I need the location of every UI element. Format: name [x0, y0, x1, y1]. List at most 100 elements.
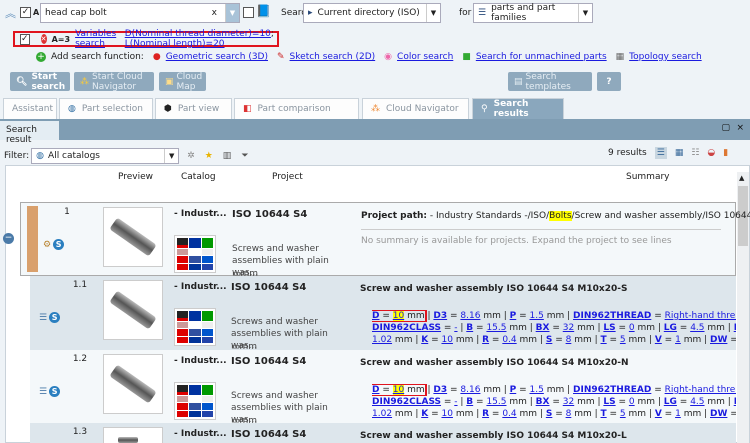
param-value[interactable]: 8: [566, 409, 572, 419]
param-key[interactable]: K: [421, 335, 428, 345]
param-value[interactable]: 10: [441, 335, 452, 345]
param-value[interactable]: -: [454, 397, 457, 407]
search-templates-button[interactable]: ▤ Search templates: [508, 72, 592, 92]
color-view-icon[interactable]: ◒: [707, 148, 715, 158]
chevron-down-icon[interactable]: ▼: [426, 4, 440, 22]
preview-image[interactable]: [103, 354, 163, 414]
param-key[interactable]: D: [372, 311, 379, 321]
param-din962class[interactable]: DIN962CLASS = -: [372, 397, 458, 407]
param-value[interactable]: 32: [563, 323, 574, 333]
column-project[interactable]: Project: [272, 172, 303, 182]
tab-assistant[interactable]: Assistant: [3, 98, 57, 119]
param-value[interactable]: 15.5: [486, 397, 506, 407]
funnel-icon[interactable]: ⏷: [241, 151, 248, 161]
settings-icon[interactable]: ✲: [187, 151, 195, 161]
part-title[interactable]: Screw and washer assembly ISO 10644 S4 M…: [360, 358, 629, 368]
param-value[interactable]: 0: [629, 323, 635, 333]
param-bx[interactable]: BX = 32 mm: [536, 323, 595, 333]
table-row[interactable]: 1.3 - Industr... ISO 10644 S4 Screw and …: [30, 423, 736, 443]
chevron-down-icon[interactable]: ▼: [164, 149, 178, 163]
column-summary[interactable]: Summary: [626, 172, 670, 182]
maximize-icon[interactable]: ▢: [721, 123, 730, 133]
param-k[interactable]: K = 10 mm: [421, 409, 473, 419]
param-key[interactable]: V: [655, 409, 662, 419]
param-key[interactable]: B: [466, 397, 473, 407]
start-search-button[interactable]: 🔍︎ Start search: [10, 72, 70, 92]
cloud-map-button[interactable]: ▣ Cloud Map: [159, 72, 206, 92]
param-k[interactable]: K = 10 mm: [421, 335, 473, 345]
param-din962class[interactable]: DIN962CLASS = -: [372, 323, 458, 333]
panel-title-tab[interactable]: Search result: [0, 121, 59, 145]
param-key[interactable]: BX: [536, 397, 550, 407]
param-lg[interactable]: LG = 4.5 mm: [664, 397, 725, 407]
tab-cloud-navigator[interactable]: ⁂ Cloud Navigator: [362, 98, 469, 119]
param-key[interactable]: LS: [603, 323, 615, 333]
param-p[interactable]: P = 1.5 mm: [510, 385, 565, 395]
tab-search-results[interactable]: ⚲ Search results: [472, 98, 564, 119]
param-value[interactable]: 5: [620, 335, 626, 345]
param-key[interactable]: T: [601, 409, 607, 419]
param-value[interactable]: 0.4: [502, 409, 516, 419]
param-cont[interactable]: 1.02 mm: [372, 335, 412, 345]
param-key[interactable]: D3: [433, 385, 447, 395]
param-value[interactable]: 1.02: [372, 335, 392, 345]
param-key[interactable]: DK: [734, 397, 736, 407]
preview-image[interactable]: [103, 207, 163, 267]
table-view-icon[interactable]: ▦: [675, 148, 684, 158]
param-value[interactable]: 15.5: [486, 323, 506, 333]
close-icon[interactable]: ×: [736, 123, 744, 133]
param-key[interactable]: K: [421, 409, 428, 419]
param-key[interactable]: S: [546, 409, 552, 419]
table-row[interactable]: 1.1 ☰ S - Industr... Screws and washer as…: [30, 276, 736, 352]
start-cloud-navigator-button[interactable]: ⁂ Start Cloud Navigator: [74, 72, 154, 92]
param-value[interactable]: 0: [629, 397, 635, 407]
condition-d-link[interactable]: D(Nominal thread diameter)=10: [125, 29, 271, 39]
param-p[interactable]: P = 1.5 mm: [510, 311, 565, 321]
search-input[interactable]: head cap bolt x ▼: [40, 3, 240, 23]
param-ls[interactable]: LS = 0 mm: [603, 397, 655, 407]
history-dropdown[interactable]: ▼: [225, 4, 239, 22]
condition-l-link[interactable]: L(Nominal length)=20: [125, 39, 225, 49]
filter-select[interactable]: ◍ All catalogs ▼: [31, 148, 180, 164]
project-name[interactable]: ISO 10644 S4: [231, 282, 306, 293]
param-cont[interactable]: 1.02 mm: [372, 409, 412, 419]
param-value[interactable]: 10: [392, 385, 405, 395]
project-name[interactable]: ISO 10644 S4: [231, 356, 306, 367]
param-value[interactable]: 8: [566, 335, 572, 345]
variables-search-link[interactable]: Variables search: [75, 29, 120, 49]
book-checkbox[interactable]: [243, 7, 254, 18]
param-b[interactable]: B = 15.5 mm: [466, 397, 527, 407]
collapse-row-icon[interactable]: −: [3, 233, 14, 244]
param-key[interactable]: T: [601, 335, 607, 345]
book-icon[interactable]: 📘: [256, 4, 271, 18]
column-catalog[interactable]: Catalog: [181, 172, 216, 182]
param-key[interactable]: LS: [603, 397, 615, 407]
param-value[interactable]: 10: [441, 409, 452, 419]
search-query[interactable]: head cap bolt: [45, 8, 212, 18]
color-search-link[interactable]: Color search: [397, 52, 453, 62]
param-d[interactable]: D = 10 mm: [372, 310, 427, 322]
param-din962thread[interactable]: DIN962THREAD = Right-hand thread: [573, 385, 736, 395]
param-dw[interactable]: DW = 15.33 mm: [710, 335, 736, 345]
param-t[interactable]: T = 5 mm: [601, 409, 647, 419]
param-key[interactable]: DIN962CLASS: [372, 397, 441, 407]
scroll-up-icon[interactable]: ▲: [739, 174, 744, 182]
chart-view-icon[interactable]: ▮: [723, 148, 728, 158]
param-key[interactable]: P: [510, 385, 517, 395]
unmachined-search-link[interactable]: Search for unmachined parts: [476, 52, 607, 62]
param-s[interactable]: S = 8 mm: [546, 335, 592, 345]
param-value[interactable]: 8.16: [460, 311, 480, 321]
param-key[interactable]: S: [546, 335, 552, 345]
param-key[interactable]: LG: [664, 397, 677, 407]
preview-image[interactable]: [103, 427, 163, 443]
param-ls[interactable]: LS = 0 mm: [603, 323, 655, 333]
param-value[interactable]: 5: [620, 409, 626, 419]
column-preview[interactable]: Preview: [118, 172, 153, 182]
param-value[interactable]: 32: [563, 397, 574, 407]
param-key[interactable]: DIN962THREAD: [573, 385, 651, 395]
param-value[interactable]: 1: [675, 335, 681, 345]
param-value[interactable]: 0.4: [502, 335, 516, 345]
help-button[interactable]: ?: [597, 72, 621, 91]
param-key[interactable]: DIN962THREAD: [573, 311, 651, 321]
param-din962thread[interactable]: DIN962THREAD = Right-hand thread: [573, 311, 736, 321]
